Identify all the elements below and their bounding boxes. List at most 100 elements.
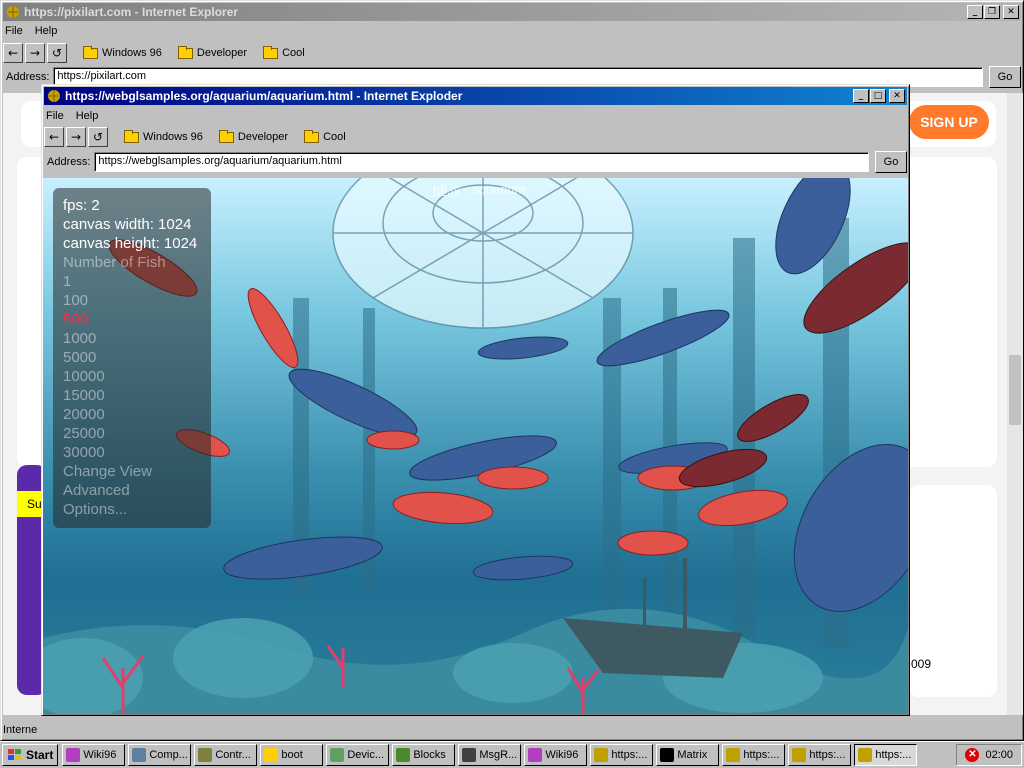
fish-option-1[interactable]: 1 [63, 272, 201, 291]
maximize-button[interactable]: □ [870, 89, 886, 103]
bookmark-developer[interactable]: Developer [218, 129, 288, 143]
aquarium-title: https://webglsamples.org/aquarium/aquari… [65, 89, 463, 103]
back-button[interactable]: ← [44, 127, 64, 147]
taskbar-item[interactable]: https:... [788, 744, 852, 766]
go-button[interactable]: Go [989, 66, 1021, 88]
forward-button[interactable]: → [66, 127, 86, 147]
menu-file[interactable]: File [5, 25, 23, 41]
address-label: Address: [47, 156, 91, 168]
app-icon [198, 748, 213, 762]
forward-button[interactable]: → [25, 43, 45, 63]
fish-option-500[interactable]: 500 [63, 310, 201, 329]
address-label: Address: [6, 71, 50, 83]
signup-button[interactable]: SIGN UP [909, 105, 989, 139]
fish-option-10000[interactable]: 10000 [63, 367, 201, 386]
go-button[interactable]: Go [875, 151, 907, 173]
folder-icon [263, 45, 279, 59]
canvas-height-readout: canvas height: 1024 [63, 235, 198, 252]
back-button[interactable]: ← [3, 43, 23, 63]
taskbar-item[interactable]: Wiki96 [524, 744, 588, 766]
app-icon [264, 748, 279, 762]
fish-option-25000[interactable]: 25000 [63, 424, 201, 443]
taskbar-item-label: Wiki96 [545, 749, 579, 761]
taskbar-item[interactable]: Blocks [392, 744, 456, 766]
app-icon [66, 748, 81, 762]
start-button[interactable]: Start [2, 744, 59, 766]
aquarium-top-link: tdl.js - aquarium [433, 182, 526, 197]
page-scrollbar[interactable] [1007, 93, 1023, 715]
taskbar-item-label: Contr... [215, 749, 251, 761]
app-icon [528, 748, 543, 762]
aquarium-canvas[interactable]: tdl.js - aquarium fps: 2 canvas width: 1… [43, 178, 908, 714]
fish-option-1000[interactable]: 1000 [63, 329, 201, 348]
taskbar-item[interactable]: https:... [722, 744, 786, 766]
minimize-button[interactable]: _ [853, 89, 869, 103]
advanced-option[interactable]: Advanced [63, 481, 201, 500]
scrollbar-thumb[interactable] [1009, 355, 1021, 425]
close-button[interactable]: ✕ [889, 89, 905, 103]
fish-count-header: Number of Fish [63, 254, 166, 271]
app-icon [396, 748, 411, 762]
bookmark-cool[interactable]: Cool [263, 45, 305, 59]
aquarium-titlebar[interactable]: https://webglsamples.org/aquarium/aquari… [44, 87, 907, 105]
taskbar-item-label: Devic... [347, 749, 385, 761]
taskbar-item[interactable]: Devic... [326, 744, 390, 766]
taskbar-item[interactable]: https:... [590, 744, 654, 766]
taskbar-item[interactable]: boot [260, 744, 324, 766]
taskbar-item-label: Comp... [149, 749, 188, 761]
side-text: 009 [911, 657, 932, 671]
app-icon [858, 748, 873, 762]
fish-option-100[interactable]: 100 [63, 291, 201, 310]
taskbar-item-label: MsgR... [479, 749, 518, 761]
bookmark-windows96[interactable]: Windows 96 [124, 129, 203, 143]
refresh-button[interactable]: ↺ [88, 127, 108, 147]
address-input[interactable]: https://webglsamples.org/aquarium/aquari… [94, 152, 869, 172]
fish-option-5000[interactable]: 5000 [63, 348, 201, 367]
options-option[interactable]: Options... [63, 500, 201, 519]
bookmark-developer[interactable]: Developer [177, 45, 247, 59]
taskbar-item-label: https:... [809, 749, 846, 761]
taskbar-item[interactable]: Matrix [656, 744, 720, 766]
folder-icon [83, 45, 98, 59]
taskbar: Start Wiki96 Comp... Contr... boot Devic... B… [0, 741, 1024, 768]
fish-option-20000[interactable]: 20000 [63, 405, 201, 424]
windows-logo-icon [8, 749, 21, 760]
minimize-button[interactable]: _ [967, 5, 983, 19]
aquarium-label: aquarium [471, 182, 526, 197]
aquarium-controls-panel: fps: 2 canvas width: 1024 canvas height:… [53, 188, 211, 528]
app-icon [594, 748, 609, 762]
taskbar-item[interactable]: https:... [854, 744, 918, 766]
taskbar-item-label: https:... [611, 749, 648, 761]
bookmark-cool[interactable]: Cool [304, 129, 346, 143]
menu-help[interactable]: Help [76, 110, 99, 126]
taskbar-item[interactable]: Comp... [128, 744, 192, 766]
menu-file[interactable]: File [46, 110, 64, 126]
taskbar-item[interactable]: MsgR... [458, 744, 522, 766]
app-icon [792, 748, 807, 762]
close-button[interactable]: ✕ [1003, 5, 1019, 19]
ie-globe-icon [7, 6, 19, 18]
taskbar-item[interactable]: Contr... [194, 744, 258, 766]
fish-option-15000[interactable]: 15000 [63, 386, 201, 405]
taskbar-items: Wiki96 Comp... Contr... boot Devic... Blocks M… [62, 744, 920, 766]
menu-help[interactable]: Help [35, 25, 58, 41]
tdl-link[interactable]: tdl.js [433, 182, 460, 197]
refresh-button[interactable]: ↺ [47, 43, 67, 63]
bookmark-windows96[interactable]: Windows 96 [83, 45, 162, 59]
app-icon [660, 748, 675, 762]
taskbar-item-label: boot [281, 749, 303, 761]
taskbar-item[interactable]: Wiki96 [62, 744, 126, 766]
error-icon[interactable]: ✕ [965, 748, 980, 762]
change-view-option[interactable]: Change View [63, 462, 201, 481]
fish-option-30000[interactable]: 30000 [63, 443, 201, 462]
folder-icon [124, 129, 139, 143]
app-icon [132, 748, 147, 762]
app-icon [462, 748, 477, 762]
pixilart-titlebar[interactable]: https://pixilart.com - Internet Explorer… [3, 3, 1021, 21]
taskbar-item-label: Matrix [677, 749, 708, 761]
taskbar-item-label: Blocks [413, 749, 446, 761]
fps-readout: fps: 2 [63, 197, 100, 214]
ie-globe-icon [48, 90, 60, 102]
taskbar-item-label: https:... [743, 749, 780, 761]
maximize-button[interactable]: ❐ [984, 5, 1000, 19]
